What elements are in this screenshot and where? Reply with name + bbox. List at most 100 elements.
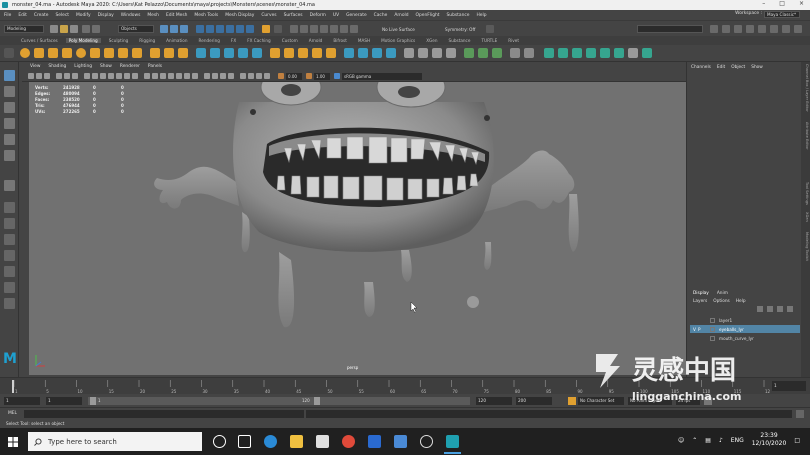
menu-item[interactable]: Generate [346,13,367,18]
mash-editor-icon[interactable] [628,48,638,58]
layer-editor-tab[interactable]: Anim [717,291,728,296]
mash-repro-icon[interactable] [572,48,582,58]
menu-item[interactable]: Cache [374,13,388,18]
multi-cut-icon[interactable] [344,48,354,58]
shelf-tab[interactable]: TURTLE [478,38,500,43]
layer-name[interactable]: mouth_curve_lyr [719,336,754,341]
layer-editor-tab[interactable]: Display [693,291,709,296]
minimize-button[interactable]: – [762,0,765,7]
exposure-field[interactable]: 0.00 [286,73,302,80]
menu-item[interactable]: Surfaces [284,13,303,18]
use-all-lights-icon[interactable] [184,73,190,79]
side-tab[interactable]: Channel Box / Layer Editor [802,64,809,112]
steam-icon[interactable] [420,435,433,448]
menu-item[interactable]: Display [98,13,114,18]
gate-mask-icon[interactable] [108,73,114,79]
menu-item[interactable]: File [4,13,11,18]
clock[interactable]: 23:39 12/10/2020 [752,432,787,448]
smooth-icon[interactable] [224,48,234,58]
side-tab[interactable]: Tool Settings [802,182,809,205]
menu-item[interactable]: Deform [310,13,326,18]
panel-menu-item[interactable]: View [30,64,40,69]
extrude-icon[interactable] [270,48,280,58]
platonic-solid-icon[interactable] [118,48,128,58]
offset-edge-loop-icon[interactable] [372,48,382,58]
network-icon[interactable]: ▤ [705,437,711,444]
shelf-tab[interactable]: Custom [279,38,301,43]
isolate-select-icon[interactable] [240,73,246,79]
sidebar-toggle-5-icon[interactable] [758,25,766,33]
poly-torus-icon[interactable] [76,48,86,58]
uv-layout-icon[interactable] [4,282,15,293]
light-editor-icon[interactable] [350,25,358,33]
wireframe-icon[interactable] [144,73,150,79]
task-view-icon[interactable] [238,435,251,448]
move-tool-icon[interactable] [4,118,15,129]
sidebar-toggle-4-icon[interactable] [746,25,754,33]
sidebar-toggle-6-icon[interactable] [770,25,778,33]
image-plane-icon[interactable] [56,73,62,79]
mirror-icon[interactable] [252,48,262,58]
move-layer-down-icon[interactable] [767,306,773,312]
resolution-gate-icon[interactable] [100,73,106,79]
edge-icon[interactable] [264,435,277,448]
field-chart-icon[interactable] [116,73,122,79]
menu-item[interactable]: Mesh Tools [194,13,218,18]
layer-editor-menu-item[interactable]: Options [713,299,730,304]
panel-menu-item[interactable]: Renderer [120,64,140,69]
shelf-tab[interactable]: Rigging [136,38,158,43]
shelf-tab[interactable]: Animation [163,38,190,43]
motion-blur-icon[interactable] [212,73,218,79]
safe-action-icon[interactable] [124,73,130,79]
taskbar-search[interactable]: Type here to search [28,432,202,451]
merge-icon[interactable] [326,48,336,58]
poly-cone-icon[interactable] [62,48,72,58]
new-scene-icon[interactable] [50,25,58,33]
shelf-tab[interactable]: Curves / Surfaces [18,38,61,43]
chrome-icon[interactable] [342,435,355,448]
sidebar-toggle-2-icon[interactable] [722,25,730,33]
quick-select-field[interactable] [637,25,703,33]
layer-name[interactable]: eyeballs_lyr [719,327,744,332]
2d-pan-zoom-icon[interactable] [64,73,70,79]
outliner-layout-icon[interactable] [4,298,15,309]
render-settings-icon[interactable] [310,25,318,33]
side-tab[interactable]: XGen [802,212,809,222]
channel-box-menu-item[interactable]: Edit [717,65,725,70]
sidebar-toggle-8-icon[interactable] [794,25,802,33]
shelf-tab[interactable]: XGen [423,38,440,43]
range-end-handle[interactable] [314,397,320,405]
layer-color-swatch[interactable] [710,335,715,341]
poly-pyramid-icon[interactable] [132,48,142,58]
layer-editor-menu-item[interactable]: Layers [693,299,707,304]
boolean-icon[interactable] [238,48,248,58]
panel-menu-item[interactable]: Lighting [74,64,92,69]
command-input[interactable] [24,410,304,418]
maximize-button[interactable]: □ [779,0,785,7]
super-shape-icon[interactable] [150,48,160,58]
shelf-tab[interactable]: Bifrost [330,38,350,43]
layer-playback-toggle[interactable]: P [698,327,706,332]
layer-row[interactable]: layer1 [690,316,800,324]
hypershade-icon[interactable] [320,25,328,33]
paint-select-tool-icon[interactable] [4,102,15,113]
start-frame-field[interactable]: 1 [4,397,40,405]
scale-tool-icon[interactable] [4,150,15,161]
freeze-transform-icon[interactable] [524,48,534,58]
mel-label[interactable]: MEL [8,411,17,416]
panel-menu-item[interactable]: Shading [48,64,66,69]
menu-item[interactable]: Mesh [147,13,159,18]
persp-graph-layout-icon[interactable] [4,250,15,261]
quad-draw-icon[interactable] [404,48,414,58]
planar-uv-icon[interactable] [464,48,474,58]
character-set-icon[interactable] [568,397,576,405]
shelf-tab[interactable]: FX Caching [244,38,274,43]
soft-select-icon[interactable] [446,48,456,58]
menu-item[interactable]: Create [34,13,49,18]
snap-grid-icon[interactable] [196,25,204,33]
delete-history-icon[interactable] [510,48,520,58]
insert-edge-loop-icon[interactable] [358,48,368,58]
arnold-render-icon[interactable] [340,25,348,33]
layer-visibility-toggle[interactable]: V [690,327,698,332]
xray-icon[interactable] [248,73,254,79]
